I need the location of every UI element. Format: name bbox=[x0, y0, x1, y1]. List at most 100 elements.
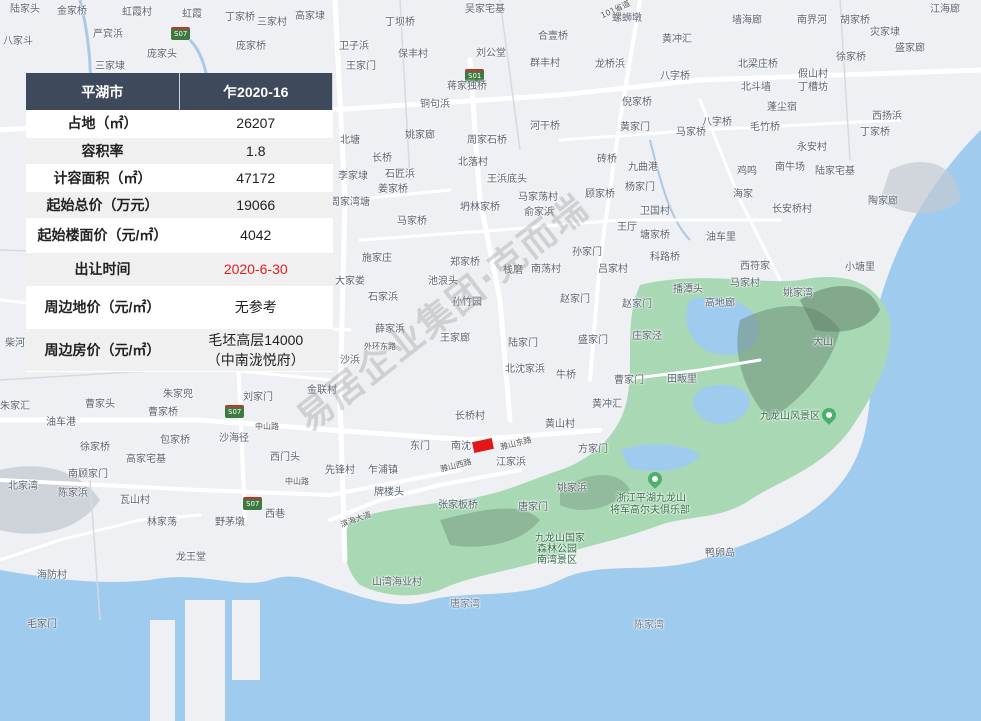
place-label[interactable]: 黄家门 bbox=[620, 123, 650, 133]
place-label[interactable]: 王家门 bbox=[346, 62, 376, 72]
place-label[interactable]: 王厅 bbox=[617, 223, 637, 233]
place-label[interactable]: 长桥村 bbox=[455, 412, 485, 422]
place-label[interactable]: 卫国村 bbox=[640, 207, 670, 217]
place-label[interactable]: 吴家宅基 bbox=[465, 5, 505, 15]
place-label[interactable]: 坍林家桥 bbox=[460, 203, 500, 213]
place-label[interactable]: 浙江平湖九龙山 bbox=[616, 494, 686, 504]
place-label[interactable]: 南界河 bbox=[797, 16, 827, 26]
place-label[interactable]: 森林公园 bbox=[537, 545, 577, 555]
place-label[interactable]: 螺蛳墩 bbox=[612, 14, 642, 24]
place-label[interactable]: 陶家廊 bbox=[868, 197, 898, 207]
place-label[interactable]: 东门 bbox=[410, 442, 430, 452]
place-label[interactable]: 南牛场 bbox=[775, 163, 805, 173]
place-label[interactable]: 三家村 bbox=[257, 18, 287, 28]
place-label[interactable]: 朱家汇 bbox=[0, 402, 30, 412]
place-label[interactable]: 北塘 bbox=[340, 136, 360, 146]
place-label[interactable]: 高地廊 bbox=[705, 299, 735, 309]
place-label[interactable]: 徐家桥 bbox=[836, 53, 866, 63]
place-label[interactable]: 卫子浜 bbox=[339, 42, 369, 52]
place-label[interactable]: 河干桥 bbox=[530, 122, 560, 132]
place-label[interactable]: 丁槽坊 bbox=[798, 83, 828, 93]
place-label[interactable]: 北斗墙 bbox=[741, 83, 771, 93]
place-label[interactable]: 野茅墩 bbox=[215, 518, 245, 528]
place-label[interactable]: 西门头 bbox=[270, 453, 300, 463]
place-label[interactable]: 陆家头 bbox=[10, 5, 40, 15]
place-label[interactable]: 蒋家独桥 bbox=[447, 82, 487, 92]
place-label[interactable]: 李家埭 bbox=[338, 172, 368, 182]
place-label[interactable]: 科路桥 bbox=[650, 253, 680, 263]
place-label[interactable]: 石家浜 bbox=[368, 293, 398, 303]
place-label[interactable]: 塘家桥 bbox=[640, 231, 670, 241]
place-label[interactable]: 杨家门 bbox=[625, 183, 655, 193]
place-label[interactable]: 江海廊 bbox=[930, 5, 960, 15]
place-label[interactable]: 沙海径 bbox=[219, 434, 249, 444]
place-label[interactable]: 陆家门 bbox=[508, 339, 538, 349]
place-label[interactable]: 合壹桥 bbox=[538, 32, 568, 42]
place-label[interactable]: 曹家门 bbox=[614, 376, 644, 386]
place-label[interactable]: 马家村 bbox=[730, 279, 760, 289]
place-label[interactable]: 姜家桥 bbox=[378, 185, 408, 195]
place-label[interactable]: 黄冲汇 bbox=[662, 35, 692, 45]
place-label[interactable]: 徐家桥 bbox=[80, 443, 110, 453]
place-label[interactable]: 周家石桥 bbox=[467, 136, 507, 146]
place-label[interactable]: 长安桥村 bbox=[772, 205, 812, 215]
place-label[interactable]: 保丰村 bbox=[398, 50, 428, 60]
place-label[interactable]: 南顾家门 bbox=[68, 470, 108, 480]
place-label[interactable]: 九龙山风景区 bbox=[760, 412, 820, 422]
place-label[interactable]: 瓦山村 bbox=[120, 496, 150, 506]
place-label[interactable]: 假山村 bbox=[798, 70, 828, 80]
place-label[interactable]: 胡家桥 bbox=[840, 16, 870, 26]
place-label[interactable]: 包家桥 bbox=[160, 436, 190, 446]
place-label[interactable]: 毛竹桥 bbox=[750, 123, 780, 133]
place-label[interactable]: 丁坝桥 bbox=[385, 18, 415, 28]
place-label[interactable]: 毛家门 bbox=[27, 620, 57, 630]
place-label[interactable]: 田畈里 bbox=[667, 375, 697, 385]
place-label[interactable]: 南沈 bbox=[451, 442, 471, 452]
place-label[interactable]: 盛家廊 bbox=[895, 44, 925, 54]
place-label[interactable]: 曹家桥 bbox=[148, 408, 178, 418]
place-label[interactable]: 黄冲汇 bbox=[592, 400, 622, 410]
place-label[interactable]: 山湾海业村 bbox=[372, 578, 422, 588]
place-label[interactable]: 南湾景区 bbox=[537, 556, 577, 566]
place-label[interactable]: 黄山村 bbox=[545, 420, 575, 430]
place-label[interactable]: 鸡鸣 bbox=[737, 167, 757, 177]
place-label[interactable]: 八字桥 bbox=[660, 72, 690, 82]
place-label[interactable]: 孙家门 bbox=[572, 248, 602, 258]
place-label[interactable]: 播潭头 bbox=[673, 285, 703, 295]
place-label[interactable]: 永安村 bbox=[797, 143, 827, 153]
place-label[interactable]: 朱家兜 bbox=[163, 390, 193, 400]
place-label[interactable]: 严宾浜 bbox=[93, 30, 123, 40]
place-label[interactable]: 庞家桥 bbox=[236, 42, 266, 52]
place-label[interactable]: 三家埭 bbox=[95, 62, 125, 72]
place-label[interactable]: 西符家 bbox=[740, 262, 770, 272]
place-label[interactable]: 虹霞 bbox=[182, 10, 202, 20]
place-label[interactable]: 姚家湾 bbox=[783, 289, 813, 299]
place-label[interactable]: 王浜底头 bbox=[487, 175, 527, 185]
place-label[interactable]: 姚家廊 bbox=[405, 131, 435, 141]
place-label[interactable]: 先锋村 bbox=[325, 466, 355, 476]
place-label[interactable]: 陈家浜 bbox=[58, 489, 88, 499]
place-label[interactable]: 高家埭 bbox=[295, 12, 325, 22]
place-label[interactable]: 周家湾塘 bbox=[330, 198, 370, 208]
place-label[interactable]: 陆家宅基 bbox=[815, 167, 855, 177]
place-label[interactable]: 小塘里 bbox=[845, 263, 875, 273]
place-label[interactable]: 丁家桥 bbox=[225, 13, 255, 23]
place-label[interactable]: 长桥 bbox=[372, 154, 392, 164]
place-label[interactable]: 顾家桥 bbox=[585, 190, 615, 200]
place-label[interactable]: 方家门 bbox=[578, 445, 608, 455]
place-label[interactable]: 石匠浜 bbox=[385, 170, 415, 180]
place-label[interactable]: 灾家埭 bbox=[870, 28, 900, 38]
place-label[interactable]: 庞家头 bbox=[147, 50, 177, 60]
place-label[interactable]: 刘公堂 bbox=[476, 49, 506, 59]
place-label[interactable]: 海防村 bbox=[37, 571, 67, 581]
place-label[interactable]: 将军高尔夫俱乐部 bbox=[610, 506, 690, 516]
place-label[interactable]: 虹霞村 bbox=[122, 8, 152, 18]
place-label[interactable]: 西巷 bbox=[265, 510, 285, 520]
place-label[interactable]: 马家桥 bbox=[676, 128, 706, 138]
place-label[interactable]: 马家桥 bbox=[397, 217, 427, 227]
place-label[interactable]: 倪家桥 bbox=[622, 98, 652, 108]
place-label[interactable]: 唐家门 bbox=[518, 503, 548, 513]
place-label[interactable]: 丁家桥 bbox=[860, 128, 890, 138]
place-label[interactable]: 群丰村 bbox=[530, 59, 560, 69]
place-label[interactable]: 庄家泾 bbox=[632, 332, 662, 342]
